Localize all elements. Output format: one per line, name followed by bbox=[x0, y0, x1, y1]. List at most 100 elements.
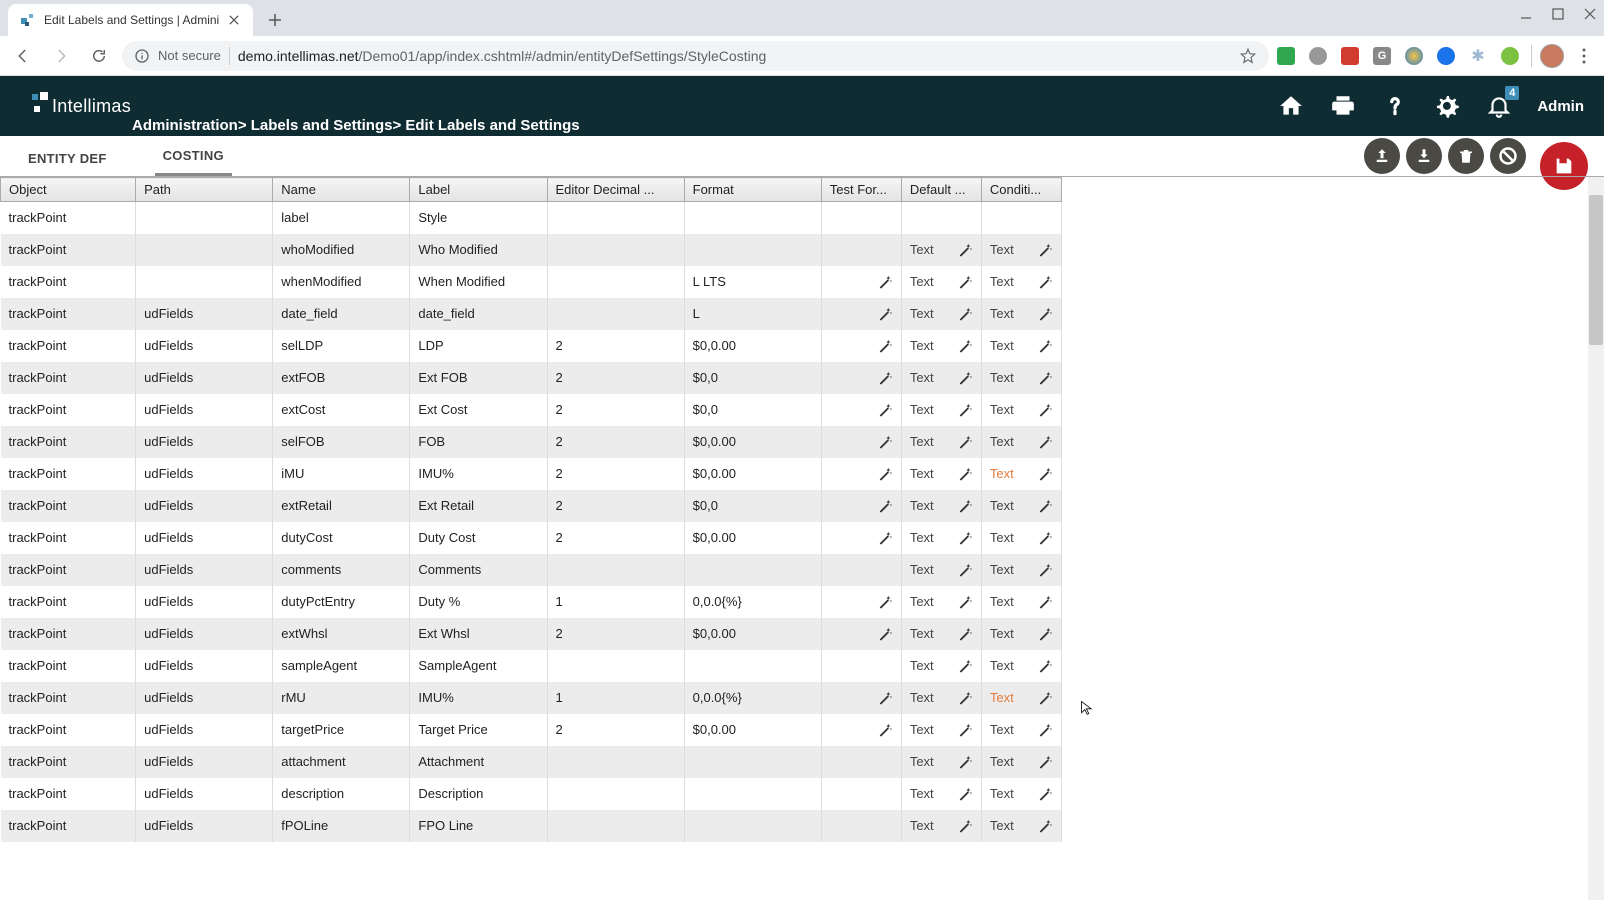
cell-cond[interactable]: Text bbox=[981, 394, 1061, 426]
extension-icon[interactable] bbox=[1405, 47, 1423, 65]
logo[interactable]: Intellimas bbox=[20, 92, 131, 120]
cell-object[interactable]: trackPoint bbox=[1, 746, 136, 778]
cell-test[interactable] bbox=[821, 746, 901, 778]
cell-test[interactable] bbox=[821, 522, 901, 554]
cell-decimal[interactable]: 2 bbox=[547, 330, 684, 362]
cell-name[interactable]: label bbox=[273, 202, 410, 234]
cell-format[interactable]: $0,0 bbox=[684, 394, 821, 426]
text-link[interactable]: Text bbox=[910, 402, 955, 417]
cell-cond[interactable]: Text bbox=[981, 810, 1061, 842]
column-header-format[interactable]: Format bbox=[684, 178, 821, 202]
cell-object[interactable]: trackPoint bbox=[1, 586, 136, 618]
cell-decimal[interactable]: 2 bbox=[547, 522, 684, 554]
cell-path[interactable]: udFields bbox=[136, 394, 273, 426]
cell-path[interactable]: udFields bbox=[136, 362, 273, 394]
cell-decimal[interactable]: 2 bbox=[547, 394, 684, 426]
cell-test[interactable] bbox=[821, 330, 901, 362]
address-bar[interactable]: Not secure demo.intellimas.net/Demo01/ap… bbox=[122, 41, 1269, 71]
cell-path[interactable]: udFields bbox=[136, 682, 273, 714]
cell-format[interactable]: $0,0.00 bbox=[684, 330, 821, 362]
maximize-icon[interactable] bbox=[1552, 8, 1564, 20]
table-row[interactable]: trackPointudFieldsiMUIMU%2$0,0.00TextTex… bbox=[1, 458, 1062, 490]
cell-default[interactable]: Text bbox=[901, 362, 981, 394]
extension-icon[interactable] bbox=[1277, 47, 1295, 65]
cell-test[interactable] bbox=[821, 714, 901, 746]
wand-icon[interactable] bbox=[957, 402, 973, 418]
text-link[interactable]: Text bbox=[910, 658, 955, 673]
column-header-default[interactable]: Default ... bbox=[901, 178, 981, 202]
cell-name[interactable]: selLDP bbox=[273, 330, 410, 362]
forward-button[interactable] bbox=[46, 41, 76, 71]
wand-icon[interactable] bbox=[957, 338, 973, 354]
cancel-button[interactable] bbox=[1490, 138, 1526, 174]
cell-decimal[interactable] bbox=[547, 266, 684, 298]
cell-object[interactable]: trackPoint bbox=[1, 490, 136, 522]
cell-decimal[interactable] bbox=[547, 650, 684, 682]
cell-cond[interactable]: Text bbox=[981, 490, 1061, 522]
cell-name[interactable]: attachment bbox=[273, 746, 410, 778]
cell-name[interactable]: whenModified bbox=[273, 266, 410, 298]
cell-label[interactable]: Ext Retail bbox=[410, 490, 547, 522]
cell-label[interactable]: Description bbox=[410, 778, 547, 810]
cell-format[interactable] bbox=[684, 746, 821, 778]
wand-icon[interactable] bbox=[1037, 626, 1053, 642]
cell-decimal[interactable]: 1 bbox=[547, 586, 684, 618]
cell-label[interactable]: IMU% bbox=[410, 682, 547, 714]
wand-icon[interactable] bbox=[877, 306, 893, 322]
back-button[interactable] bbox=[8, 41, 38, 71]
wand-icon[interactable] bbox=[957, 242, 973, 258]
text-link[interactable]: Text bbox=[910, 338, 955, 353]
cell-path[interactable] bbox=[136, 266, 273, 298]
cell-format[interactable]: $0,0.00 bbox=[684, 426, 821, 458]
cell-path[interactable]: udFields bbox=[136, 746, 273, 778]
cell-object[interactable]: trackPoint bbox=[1, 650, 136, 682]
cell-default[interactable]: Text bbox=[901, 298, 981, 330]
text-link[interactable]: Text bbox=[990, 626, 1035, 641]
cell-label[interactable]: LDP bbox=[410, 330, 547, 362]
cell-name[interactable]: dutyCost bbox=[273, 522, 410, 554]
cell-cond[interactable]: Text bbox=[981, 618, 1061, 650]
cell-test[interactable] bbox=[821, 234, 901, 266]
text-link[interactable]: Text bbox=[910, 434, 955, 449]
cell-object[interactable]: trackPoint bbox=[1, 362, 136, 394]
cell-object[interactable]: trackPoint bbox=[1, 682, 136, 714]
cell-default[interactable]: Text bbox=[901, 714, 981, 746]
cell-object[interactable]: trackPoint bbox=[1, 426, 136, 458]
wand-icon[interactable] bbox=[1037, 530, 1053, 546]
cell-path[interactable] bbox=[136, 202, 273, 234]
wand-icon[interactable] bbox=[957, 274, 973, 290]
wand-icon[interactable] bbox=[957, 658, 973, 674]
wand-icon[interactable] bbox=[1037, 498, 1053, 514]
cell-label[interactable]: Style bbox=[410, 202, 547, 234]
wand-icon[interactable] bbox=[957, 530, 973, 546]
cell-path[interactable]: udFields bbox=[136, 586, 273, 618]
column-header-object[interactable]: Object bbox=[1, 178, 136, 202]
wand-icon[interactable] bbox=[877, 466, 893, 482]
text-link[interactable]: Text bbox=[910, 626, 955, 641]
text-link[interactable]: Text bbox=[990, 786, 1035, 801]
cell-name[interactable]: selFOB bbox=[273, 426, 410, 458]
cell-decimal[interactable] bbox=[547, 234, 684, 266]
cell-decimal[interactable]: 2 bbox=[547, 426, 684, 458]
wand-icon[interactable] bbox=[957, 786, 973, 802]
cell-cond[interactable]: Text bbox=[981, 682, 1061, 714]
cell-name[interactable]: extCost bbox=[273, 394, 410, 426]
cell-format[interactable] bbox=[684, 234, 821, 266]
cell-decimal[interactable]: 2 bbox=[547, 490, 684, 522]
cell-label[interactable]: Ext FOB bbox=[410, 362, 547, 394]
cell-format[interactable]: 0,0.0{%} bbox=[684, 682, 821, 714]
cell-name[interactable]: comments bbox=[273, 554, 410, 586]
cell-default[interactable]: Text bbox=[901, 394, 981, 426]
table-row[interactable]: trackPointudFieldsfPOLineFPO LineTextTex… bbox=[1, 810, 1062, 842]
table-row[interactable]: trackPointudFieldsextRetailExt Retail2$0… bbox=[1, 490, 1062, 522]
cell-format[interactable]: $0,0 bbox=[684, 362, 821, 394]
cell-default[interactable]: Text bbox=[901, 266, 981, 298]
cell-object[interactable]: trackPoint bbox=[1, 298, 136, 330]
cell-name[interactable]: description bbox=[273, 778, 410, 810]
cell-cond[interactable]: Text bbox=[981, 650, 1061, 682]
cell-cond[interactable]: Text bbox=[981, 714, 1061, 746]
cell-format[interactable] bbox=[684, 202, 821, 234]
wand-icon[interactable] bbox=[957, 722, 973, 738]
cell-decimal[interactable] bbox=[547, 778, 684, 810]
text-link[interactable]: Text bbox=[990, 402, 1035, 417]
